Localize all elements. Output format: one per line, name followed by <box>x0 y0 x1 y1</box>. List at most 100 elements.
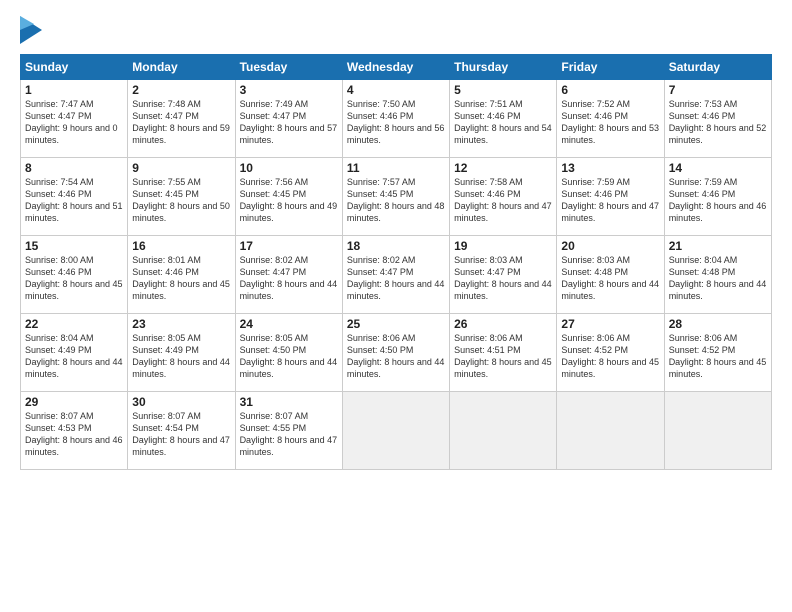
day-number: 1 <box>25 83 123 97</box>
day-number: 6 <box>561 83 659 97</box>
day-cell-22: 22Sunrise: 8:04 AMSunset: 4:49 PMDayligh… <box>21 314 128 392</box>
day-info: Sunrise: 8:04 AMSunset: 4:48 PMDaylight:… <box>669 254 767 303</box>
day-info: Sunrise: 8:02 AMSunset: 4:47 PMDaylight:… <box>347 254 445 303</box>
empty-cell <box>450 392 557 470</box>
day-cell-10: 10Sunrise: 7:56 AMSunset: 4:45 PMDayligh… <box>235 158 342 236</box>
week-row-2: 8Sunrise: 7:54 AMSunset: 4:46 PMDaylight… <box>21 158 772 236</box>
day-cell-25: 25Sunrise: 8:06 AMSunset: 4:50 PMDayligh… <box>342 314 449 392</box>
logo-icon <box>20 16 42 44</box>
header-sunday: Sunday <box>21 55 128 80</box>
week-row-4: 22Sunrise: 8:04 AMSunset: 4:49 PMDayligh… <box>21 314 772 392</box>
day-cell-29: 29Sunrise: 8:07 AMSunset: 4:53 PMDayligh… <box>21 392 128 470</box>
day-number: 16 <box>132 239 230 253</box>
day-number: 21 <box>669 239 767 253</box>
day-number: 11 <box>347 161 445 175</box>
header-wednesday: Wednesday <box>342 55 449 80</box>
day-number: 19 <box>454 239 552 253</box>
page: SundayMondayTuesdayWednesdayThursdayFrid… <box>0 0 792 612</box>
day-cell-23: 23Sunrise: 8:05 AMSunset: 4:49 PMDayligh… <box>128 314 235 392</box>
day-info: Sunrise: 8:00 AMSunset: 4:46 PMDaylight:… <box>25 254 123 303</box>
day-info: Sunrise: 7:57 AMSunset: 4:45 PMDaylight:… <box>347 176 445 225</box>
day-number: 28 <box>669 317 767 331</box>
day-cell-7: 7Sunrise: 7:53 AMSunset: 4:46 PMDaylight… <box>664 80 771 158</box>
day-number: 17 <box>240 239 338 253</box>
day-number: 3 <box>240 83 338 97</box>
day-info: Sunrise: 7:56 AMSunset: 4:45 PMDaylight:… <box>240 176 338 225</box>
day-cell-30: 30Sunrise: 8:07 AMSunset: 4:54 PMDayligh… <box>128 392 235 470</box>
day-info: Sunrise: 8:03 AMSunset: 4:48 PMDaylight:… <box>561 254 659 303</box>
day-number: 30 <box>132 395 230 409</box>
day-number: 29 <box>25 395 123 409</box>
day-cell-2: 2Sunrise: 7:48 AMSunset: 4:47 PMDaylight… <box>128 80 235 158</box>
day-cell-6: 6Sunrise: 7:52 AMSunset: 4:46 PMDaylight… <box>557 80 664 158</box>
day-info: Sunrise: 7:47 AMSunset: 4:47 PMDaylight:… <box>25 98 123 147</box>
empty-cell <box>342 392 449 470</box>
day-info: Sunrise: 8:06 AMSunset: 4:50 PMDaylight:… <box>347 332 445 381</box>
day-number: 20 <box>561 239 659 253</box>
day-info: Sunrise: 8:03 AMSunset: 4:47 PMDaylight:… <box>454 254 552 303</box>
day-cell-24: 24Sunrise: 8:05 AMSunset: 4:50 PMDayligh… <box>235 314 342 392</box>
day-number: 14 <box>669 161 767 175</box>
day-info: Sunrise: 7:53 AMSunset: 4:46 PMDaylight:… <box>669 98 767 147</box>
day-number: 26 <box>454 317 552 331</box>
day-cell-17: 17Sunrise: 8:02 AMSunset: 4:47 PMDayligh… <box>235 236 342 314</box>
day-cell-12: 12Sunrise: 7:58 AMSunset: 4:46 PMDayligh… <box>450 158 557 236</box>
day-number: 2 <box>132 83 230 97</box>
day-info: Sunrise: 8:05 AMSunset: 4:50 PMDaylight:… <box>240 332 338 381</box>
header-friday: Friday <box>557 55 664 80</box>
logo <box>20 16 45 44</box>
week-row-3: 15Sunrise: 8:00 AMSunset: 4:46 PMDayligh… <box>21 236 772 314</box>
day-info: Sunrise: 7:48 AMSunset: 4:47 PMDaylight:… <box>132 98 230 147</box>
week-row-1: 1Sunrise: 7:47 AMSunset: 4:47 PMDaylight… <box>21 80 772 158</box>
week-row-5: 29Sunrise: 8:07 AMSunset: 4:53 PMDayligh… <box>21 392 772 470</box>
header <box>20 16 772 44</box>
day-info: Sunrise: 8:01 AMSunset: 4:46 PMDaylight:… <box>132 254 230 303</box>
day-cell-11: 11Sunrise: 7:57 AMSunset: 4:45 PMDayligh… <box>342 158 449 236</box>
day-info: Sunrise: 7:55 AMSunset: 4:45 PMDaylight:… <box>132 176 230 225</box>
day-number: 25 <box>347 317 445 331</box>
day-number: 10 <box>240 161 338 175</box>
day-info: Sunrise: 8:07 AMSunset: 4:53 PMDaylight:… <box>25 410 123 459</box>
empty-cell <box>557 392 664 470</box>
day-number: 24 <box>240 317 338 331</box>
day-number: 4 <box>347 83 445 97</box>
empty-cell <box>664 392 771 470</box>
day-number: 15 <box>25 239 123 253</box>
header-tuesday: Tuesday <box>235 55 342 80</box>
day-cell-27: 27Sunrise: 8:06 AMSunset: 4:52 PMDayligh… <box>557 314 664 392</box>
day-info: Sunrise: 7:58 AMSunset: 4:46 PMDaylight:… <box>454 176 552 225</box>
day-cell-18: 18Sunrise: 8:02 AMSunset: 4:47 PMDayligh… <box>342 236 449 314</box>
day-info: Sunrise: 7:51 AMSunset: 4:46 PMDaylight:… <box>454 98 552 147</box>
day-info: Sunrise: 8:02 AMSunset: 4:47 PMDaylight:… <box>240 254 338 303</box>
day-info: Sunrise: 8:04 AMSunset: 4:49 PMDaylight:… <box>25 332 123 381</box>
day-cell-4: 4Sunrise: 7:50 AMSunset: 4:46 PMDaylight… <box>342 80 449 158</box>
day-cell-1: 1Sunrise: 7:47 AMSunset: 4:47 PMDaylight… <box>21 80 128 158</box>
day-number: 7 <box>669 83 767 97</box>
day-cell-19: 19Sunrise: 8:03 AMSunset: 4:47 PMDayligh… <box>450 236 557 314</box>
day-number: 22 <box>25 317 123 331</box>
day-info: Sunrise: 8:07 AMSunset: 4:54 PMDaylight:… <box>132 410 230 459</box>
day-cell-9: 9Sunrise: 7:55 AMSunset: 4:45 PMDaylight… <box>128 158 235 236</box>
day-cell-5: 5Sunrise: 7:51 AMSunset: 4:46 PMDaylight… <box>450 80 557 158</box>
day-cell-28: 28Sunrise: 8:06 AMSunset: 4:52 PMDayligh… <box>664 314 771 392</box>
day-number: 8 <box>25 161 123 175</box>
calendar-table: SundayMondayTuesdayWednesdayThursdayFrid… <box>20 54 772 470</box>
day-number: 12 <box>454 161 552 175</box>
header-monday: Monday <box>128 55 235 80</box>
day-number: 27 <box>561 317 659 331</box>
day-number: 13 <box>561 161 659 175</box>
day-number: 9 <box>132 161 230 175</box>
day-number: 23 <box>132 317 230 331</box>
header-thursday: Thursday <box>450 55 557 80</box>
day-number: 18 <box>347 239 445 253</box>
day-info: Sunrise: 8:07 AMSunset: 4:55 PMDaylight:… <box>240 410 338 459</box>
day-info: Sunrise: 8:06 AMSunset: 4:52 PMDaylight:… <box>669 332 767 381</box>
day-info: Sunrise: 8:06 AMSunset: 4:52 PMDaylight:… <box>561 332 659 381</box>
day-info: Sunrise: 8:06 AMSunset: 4:51 PMDaylight:… <box>454 332 552 381</box>
day-info: Sunrise: 7:50 AMSunset: 4:46 PMDaylight:… <box>347 98 445 147</box>
day-number: 31 <box>240 395 338 409</box>
day-info: Sunrise: 7:59 AMSunset: 4:46 PMDaylight:… <box>561 176 659 225</box>
day-cell-3: 3Sunrise: 7:49 AMSunset: 4:47 PMDaylight… <box>235 80 342 158</box>
header-saturday: Saturday <box>664 55 771 80</box>
day-info: Sunrise: 7:52 AMSunset: 4:46 PMDaylight:… <box>561 98 659 147</box>
